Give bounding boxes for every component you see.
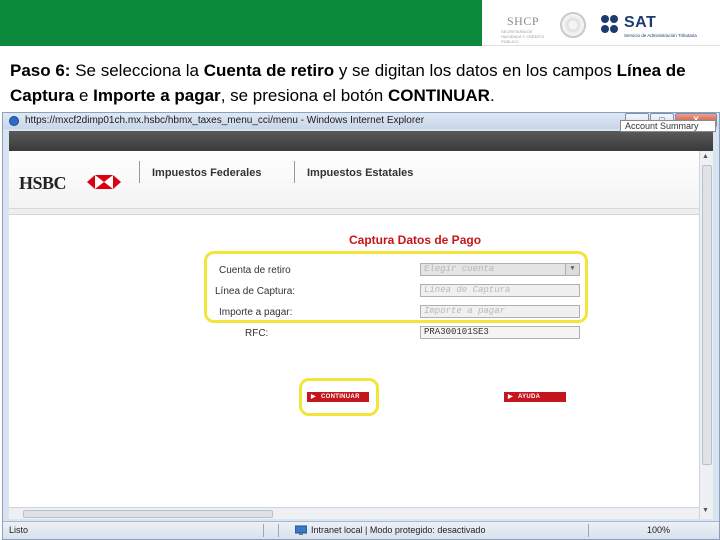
chevron-down-icon[interactable]: ▼: [565, 264, 579, 275]
instruction-bold-continuar: CONTINUAR: [387, 86, 490, 105]
scroll-thumb[interactable]: [702, 165, 712, 465]
status-divider: [278, 524, 279, 537]
shcp-logo-text: SHCP: [507, 14, 540, 28]
status-divider: [588, 524, 589, 537]
nav-divider: [294, 161, 295, 183]
intranet-zone-icon: [295, 525, 307, 535]
importe-pagar-label: Importe a pagar:: [219, 307, 293, 318]
account-summary-tooltip: Account Summary: [620, 120, 716, 132]
hsbc-logo[interactable]: HSBC: [19, 173, 67, 194]
instruction-bold-cuenta: Cuenta de retiro: [203, 61, 335, 80]
form-title: Captura Datos de Pago: [349, 233, 482, 247]
status-zone: Intranet local | Modo protegido: desacti…: [311, 525, 486, 535]
mexican-seal-icon: [560, 12, 586, 38]
cuenta-retiro-label: Cuenta de retiro: [219, 265, 291, 276]
shcp-subtitle: SECRETARÍA DE HACIENDA Y CRÉDITO PÚBLICO: [501, 29, 545, 44]
instruction-text: Paso 6: Se selecciona la Cuenta de retir…: [10, 58, 714, 108]
importe-pagar-input[interactable]: Importe a pagar: [420, 305, 580, 318]
sat-subtitle: Servicio de Administración Tributaria: [624, 33, 697, 38]
browser-window: https://mxcf2dimp01ch.mx.hsbc/hbmx_taxes…: [2, 112, 720, 540]
header-stripe: [9, 209, 699, 215]
browser-toolbar: [9, 131, 713, 151]
zoom-level[interactable]: 100%: [647, 525, 670, 535]
green-banner: [0, 0, 482, 46]
sat-logo-icon: [601, 15, 618, 33]
vertical-scrollbar[interactable]: ▲ ▼: [699, 151, 713, 519]
browser-titlebar: https://mxcf2dimp01ch.mx.hsbc/hbmx_taxes…: [3, 113, 719, 129]
instruction-part: e: [74, 86, 94, 105]
nav-impuestos-federales[interactable]: Impuestos Federales: [152, 167, 261, 179]
status-bar: Listo Intranet local | Modo protegido: d…: [3, 521, 719, 539]
hsbc-header: HSBC Impuestos Federales Impuestos Estat…: [9, 151, 699, 209]
instruction-part: .: [489, 86, 495, 105]
sat-logo-text: SAT: [624, 14, 657, 31]
hsbc-hexagon-icon: [87, 175, 121, 189]
linea-captura-input[interactable]: Linea de Captura: [420, 284, 580, 297]
nav-impuestos-estatales[interactable]: Impuestos Estatales: [307, 167, 413, 179]
arrow-right-icon: ▶: [311, 394, 316, 400]
rfc-label: RFC:: [245, 328, 269, 339]
hscroll-thumb[interactable]: [23, 510, 273, 518]
nav-divider: [139, 161, 140, 183]
web-page: HSBC Impuestos Federales Impuestos Estat…: [9, 151, 699, 519]
instruction-part: y se digitan los datos en los campos: [334, 61, 617, 80]
instruction-bold-importe: Importe a pagar: [93, 86, 221, 105]
continuar-label: CONTINUAR: [321, 394, 360, 400]
scroll-down-icon[interactable]: ▼: [702, 507, 709, 514]
ayuda-button[interactable]: ▶ AYUDA: [504, 392, 566, 402]
browser-title: https://mxcf2dimp01ch.mx.hsbc/hbmx_taxes…: [25, 115, 425, 126]
status-ready: Listo: [9, 525, 29, 535]
horizontal-scrollbar[interactable]: [9, 507, 699, 519]
instruction-step: Paso 6:: [10, 61, 71, 80]
arrow-right-icon: ▶: [508, 394, 513, 400]
scroll-up-icon[interactable]: ▲: [702, 153, 709, 160]
linea-captura-label: Línea de Captura:: [215, 286, 296, 297]
instruction-part: Se selecciona la: [70, 61, 204, 80]
cuenta-retiro-value: Elegir cuenta: [424, 264, 495, 274]
internet-explorer-icon: [9, 116, 19, 126]
status-divider: [263, 524, 264, 537]
cuenta-retiro-select[interactable]: Elegir cuenta ▼: [420, 263, 580, 276]
rfc-field: PRA300101SE3: [420, 326, 580, 339]
continuar-button[interactable]: ▶ CONTINUAR: [307, 392, 369, 402]
instruction-part: , se presiona el botón: [220, 86, 388, 105]
ayuda-label: AYUDA: [518, 394, 541, 400]
